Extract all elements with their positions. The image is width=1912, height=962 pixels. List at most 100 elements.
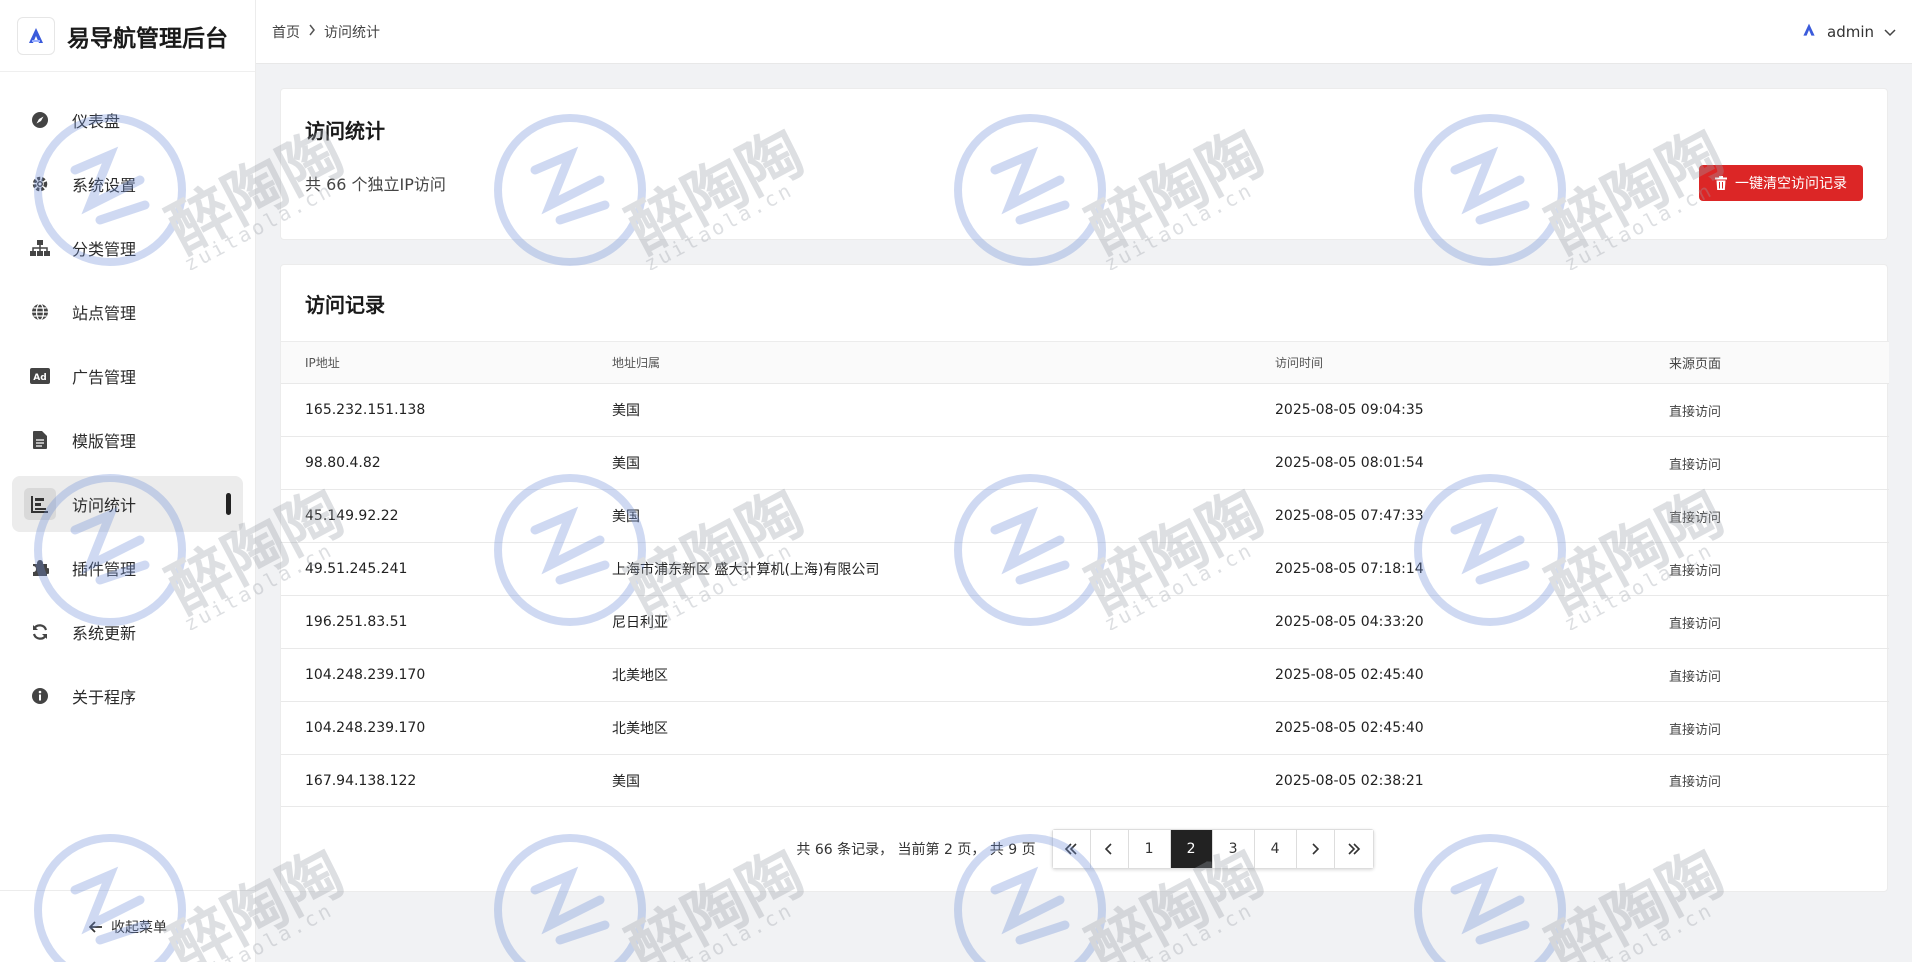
double-chevron-left-icon [1064, 843, 1077, 855]
table-row: 98.80.4.82 美国 2025-08-05 08:01:54 直接访问 [281, 436, 1889, 489]
chevron-right-icon [1312, 843, 1320, 855]
breadcrumb-home[interactable]: 首页 [272, 22, 300, 42]
sitemap-icon [28, 236, 52, 260]
watermark-domain: zuitaola.cn [1100, 897, 1258, 962]
column-header-time: 访问时间 [1275, 356, 1324, 370]
clear-records-label: 一键清空访问记录 [1735, 176, 1847, 192]
clear-records-button[interactable]: 一键清空访问记录 [1699, 165, 1863, 201]
page-buttons: 1 2 3 4 [1051, 829, 1374, 869]
sidebar-item-label: 站点管理 [72, 304, 137, 323]
table-row: 165.232.151.138 美国 2025-08-05 09:04:35 直… [281, 383, 1889, 436]
sidebar-item-update[interactable]: 系统更新 [12, 604, 243, 660]
username: admin [1827, 22, 1874, 41]
cell-location: 美国 [612, 403, 640, 419]
cell-ip: 196.251.83.51 [305, 614, 408, 630]
cell-time: 2025-08-05 09:04:35 [1275, 402, 1424, 418]
cell-source: 直接访问 [1669, 404, 1722, 420]
sidebar-item-settings[interactable]: 系统设置 [12, 156, 243, 212]
table-row: 104.248.239.170 北美地区 2025-08-05 02:45:40… [281, 648, 1889, 701]
cell-source: 直接访问 [1669, 616, 1722, 632]
sidebar-item-stats[interactable]: 访问统计 [12, 476, 243, 532]
file-icon [28, 428, 52, 452]
cell-time: 2025-08-05 02:45:40 [1275, 667, 1424, 683]
cell-ip: 49.51.245.241 [305, 561, 408, 577]
last-page-button[interactable] [1334, 830, 1373, 868]
cell-time: 2025-08-05 07:47:33 [1275, 508, 1424, 524]
next-page-button[interactable] [1296, 830, 1335, 868]
collapse-menu-label: 收起菜单 [111, 919, 167, 936]
sidebar: 易导航管理后台 仪表盘 系统设置 分类管理 站点管理 Ad 广告管理 模版管理 [0, 0, 256, 962]
sidebar-item-label: 关于程序 [72, 688, 137, 707]
table-row: 49.51.245.241 上海市浦东新区 盛大计算机(上海)有限公司 2025… [281, 542, 1889, 595]
cell-location: 尼日利亚 [612, 615, 668, 631]
ad-icon: Ad [28, 364, 52, 388]
sidebar-item-about[interactable]: 关于程序 [12, 668, 243, 724]
prev-page-button[interactable] [1090, 830, 1129, 868]
sidebar-item-dashboard[interactable]: 仪表盘 [12, 92, 243, 148]
cell-source: 直接访问 [1669, 510, 1722, 526]
pagination-info: 共 66 条记录， 当前第 2 页， 共 9 页 [796, 842, 1036, 858]
cell-ip: 98.80.4.82 [305, 455, 381, 471]
chart-icon [24, 488, 56, 520]
cell-ip: 45.149.92.22 [305, 508, 399, 524]
records-card: 访问记录 IP地址 地址归属 访问时间 来源页面 165.232.151.138… [280, 264, 1889, 892]
chevron-left-icon [1105, 843, 1112, 855]
double-chevron-right-icon [1348, 843, 1360, 855]
cell-source: 直接访问 [1669, 669, 1722, 685]
cell-time: 2025-08-05 02:38:21 [1275, 772, 1424, 789]
globe-icon [28, 300, 52, 324]
unique-ip-summary: 共 66 个独立IP访问 [305, 175, 446, 194]
arrow-left-icon [89, 920, 102, 933]
trash-icon [1715, 176, 1727, 190]
svg-text:Ad: Ad [33, 373, 46, 383]
cell-location: 美国 [612, 509, 640, 525]
sidebar-item-templates[interactable]: 模版管理 [12, 412, 243, 468]
table-row: 196.251.83.51 尼日利亚 2025-08-05 04:33:20 直… [281, 595, 1889, 648]
pagination: 共 66 条记录， 当前第 2 页， 共 9 页 1 2 3 4 [281, 829, 1889, 869]
breadcrumb: 首页 访问统计 [272, 22, 380, 42]
app-title: 易导航管理后台 [67, 25, 228, 52]
info-icon [28, 684, 52, 708]
cell-location: 美国 [612, 773, 640, 790]
page-button-1[interactable]: 1 [1128, 830, 1171, 868]
sidebar-item-label: 广告管理 [72, 368, 137, 387]
cell-time: 2025-08-05 08:01:54 [1275, 455, 1424, 471]
cell-source: 直接访问 [1669, 722, 1722, 738]
sidebar-item-plugins[interactable]: 插件管理 [12, 540, 243, 596]
cell-time: 2025-08-05 07:18:14 [1275, 561, 1424, 577]
cell-location: 上海市浦东新区 盛大计算机(上海)有限公司 [612, 562, 880, 578]
sidebar-item-sites[interactable]: 站点管理 [12, 284, 243, 340]
records-title: 访问记录 [305, 293, 385, 317]
page-button-2[interactable]: 2 [1170, 830, 1213, 868]
sidebar-item-label: 分类管理 [72, 240, 137, 259]
sidebar-item-label: 插件管理 [72, 560, 137, 579]
cell-source: 直接访问 [1669, 563, 1722, 579]
active-indicator [226, 493, 231, 515]
user-menu[interactable]: admin [1801, 22, 1896, 42]
chevron-right-icon [308, 24, 316, 40]
gear-icon [28, 172, 52, 196]
first-page-button[interactable] [1052, 830, 1091, 868]
sidebar-item-label: 系统设置 [72, 176, 137, 195]
records-table: IP地址 地址归属 访问时间 来源页面 165.232.151.138 美国 2… [281, 341, 1889, 807]
cell-ip: 104.248.239.170 [305, 667, 426, 683]
chevron-down-icon [1884, 23, 1896, 41]
compass-icon [28, 108, 52, 132]
cell-location: 北美地区 [612, 668, 668, 684]
page-button-3[interactable]: 3 [1212, 830, 1255, 868]
refresh-icon [28, 620, 52, 644]
puzzle-icon [28, 556, 52, 580]
cell-ip: 104.248.239.170 [305, 720, 426, 736]
column-header-ip: IP地址 [305, 356, 340, 370]
sidebar-item-ads[interactable]: Ad 广告管理 [12, 348, 243, 404]
stats-card: 访问统计 共 66 个独立IP访问 一键清空访问记录 [280, 88, 1888, 240]
cell-location: 美国 [612, 456, 640, 472]
cell-source: 直接访问 [1669, 457, 1722, 473]
cell-source: 直接访问 [1669, 775, 1722, 790]
sidebar-item-categories[interactable]: 分类管理 [12, 220, 243, 276]
sidebar-item-label: 仪表盘 [72, 112, 121, 131]
page-button-4[interactable]: 4 [1254, 830, 1297, 868]
cell-time: 2025-08-05 04:33:20 [1275, 614, 1424, 630]
table-row: 167.94.138.122 美国 2025-08-05 02:38:21 直接… [281, 754, 1889, 807]
collapse-menu-button[interactable]: 收起菜单 [0, 890, 256, 962]
